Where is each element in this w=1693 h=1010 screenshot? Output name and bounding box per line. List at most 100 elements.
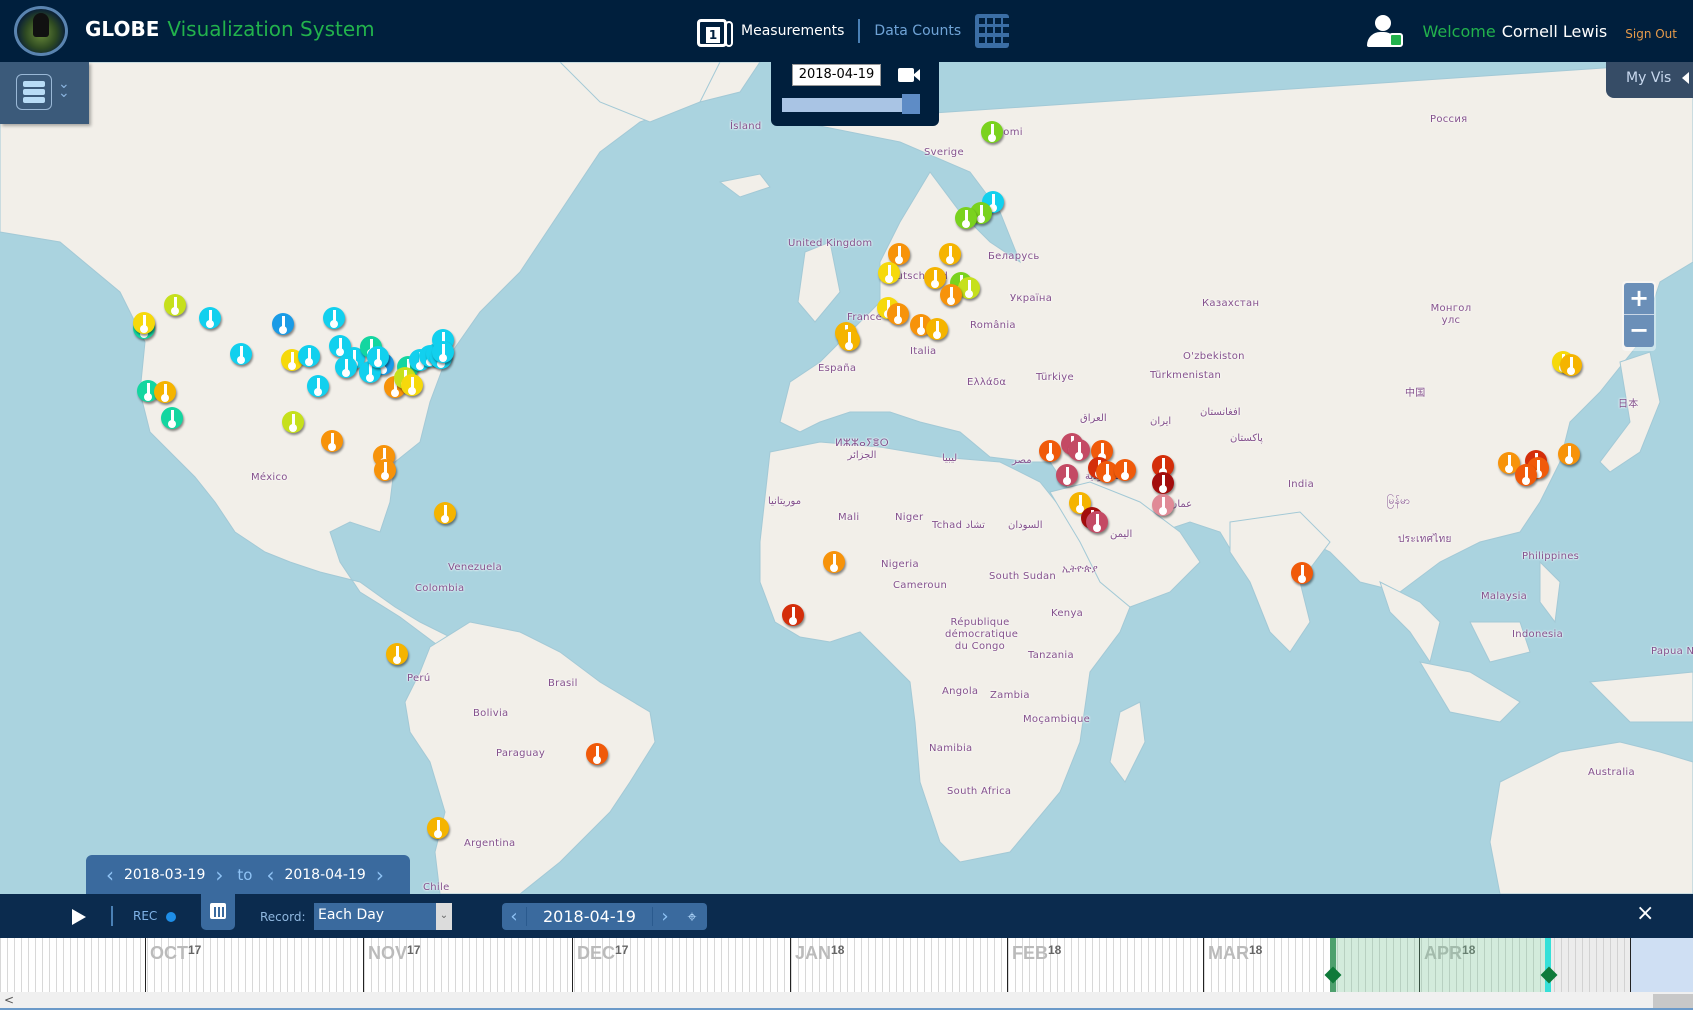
rec-label[interactable]: REC <box>133 909 157 923</box>
current-date-value[interactable]: 2018-04-19 <box>526 907 653 926</box>
next-day-button[interactable]: › <box>653 906 677 927</box>
thermometer-marker-icon[interactable] <box>878 262 900 284</box>
map-label: 日本 <box>1618 399 1639 410</box>
thermometer-marker-icon[interactable] <box>154 381 176 403</box>
user-area: Welcome Cornell Lewis Sign Out <box>1365 0 1693 62</box>
range-start-handle[interactable] <box>1330 938 1336 992</box>
thermometer-marker-icon[interactable] <box>887 303 909 325</box>
play-button[interactable] <box>72 909 86 925</box>
thermometer-marker-icon[interactable] <box>926 318 948 340</box>
video-camera-icon[interactable] <box>898 68 920 82</box>
thermometer-marker-icon[interactable] <box>1291 562 1313 584</box>
thermometer-marker-icon[interactable] <box>401 374 423 396</box>
thermometer-marker-icon[interactable] <box>1152 494 1174 516</box>
layers-icon <box>23 81 45 87</box>
map-label: 中国 <box>1405 388 1426 399</box>
range-end-date[interactable]: 2018-04-19 <box>284 867 365 883</box>
range-end-handle[interactable] <box>1545 938 1551 992</box>
timeline-month-label: DEC17 <box>577 943 629 963</box>
timeline-month-label: MAR18 <box>1208 943 1263 963</box>
land-australia <box>1489 741 1693 894</box>
world-map[interactable]: Ísland Sverige Suomi United Kingdom Deut… <box>0 62 1693 894</box>
thermometer-marker-icon[interactable] <box>1515 464 1537 486</box>
thermometer-marker-icon[interactable] <box>586 743 608 765</box>
thermometer-marker-icon[interactable] <box>272 313 294 335</box>
thermometer-marker-icon[interactable] <box>1068 439 1090 461</box>
thermometer-marker-icon[interactable] <box>321 430 343 452</box>
globe-logo[interactable] <box>14 6 68 56</box>
selected-date-field[interactable]: 2018-04-19 <box>792 64 881 86</box>
thermometer-marker-icon[interactable] <box>1056 464 1078 486</box>
chevron-down-icon[interactable]: ⌄ <box>436 903 452 930</box>
timeline-selected-range[interactable] <box>1330 938 1550 992</box>
thermometer-marker-icon[interactable] <box>1152 472 1174 494</box>
record-interval-select[interactable]: Each Day ⌄ <box>314 903 452 930</box>
thermometer-marker-icon[interactable] <box>1039 440 1061 462</box>
thermometer-marker-icon[interactable] <box>133 312 155 334</box>
zoom-out-button[interactable]: − <box>1624 315 1654 347</box>
welcome-text: Welcome <box>1422 21 1496 41</box>
thermometer-marker-icon[interactable] <box>1560 354 1582 376</box>
thermometer-marker-icon[interactable] <box>924 267 946 289</box>
thermometer-marker-icon[interactable] <box>940 284 962 306</box>
thermometer-marker-icon[interactable] <box>386 643 408 665</box>
thermometer-marker-icon[interactable] <box>323 307 345 329</box>
thermometer-marker-icon[interactable] <box>432 341 454 363</box>
range-start-date[interactable]: 2018-03-19 <box>124 867 205 883</box>
thermometer-marker-icon[interactable] <box>434 502 456 524</box>
map-label: Venezuela <box>448 562 503 573</box>
record-dot-icon[interactable] <box>166 912 176 922</box>
thermometer-marker-icon[interactable] <box>374 459 396 481</box>
timeline[interactable]: APR18 MAR18 FEB18 JAN18 DEC17 NOV17 OCT17 <box>0 938 1693 992</box>
thermometer-marker-icon[interactable] <box>164 294 186 316</box>
thermometer-marker-icon[interactable] <box>1114 459 1136 481</box>
prev-day-button[interactable]: ‹ <box>502 906 526 927</box>
timeline-scrollbar[interactable]: < <box>0 992 1693 1010</box>
data-counts-grid-icon[interactable] <box>975 14 1010 48</box>
my-vis-tab[interactable]: My Vis <box>1606 62 1693 98</box>
map-label: اليمن <box>1110 529 1133 540</box>
zoom-in-button[interactable]: + <box>1624 283 1654 315</box>
range-start-next-button[interactable]: › <box>215 863 223 887</box>
thermometer-marker-icon[interactable] <box>981 121 1003 143</box>
thermometer-marker-icon[interactable] <box>282 411 304 433</box>
thermometer-marker-icon[interactable] <box>199 307 221 329</box>
thermometer-marker-icon[interactable] <box>427 817 449 839</box>
map-label: Zambia <box>990 690 1030 701</box>
measurements-calendar-icon[interactable]: 1 <box>695 13 735 49</box>
thermometer-marker-icon[interactable] <box>298 345 320 367</box>
double-chevron-down-icon[interactable]: ⌄ ⌄ <box>58 77 70 100</box>
layers-button[interactable] <box>16 74 52 110</box>
range-end-prev-button[interactable]: ‹ <box>266 863 274 887</box>
thermometer-marker-icon[interactable] <box>838 329 860 351</box>
thermometer-marker-icon[interactable] <box>782 604 804 626</box>
crosshair-icon[interactable]: ⌖ <box>677 907 707 927</box>
date-slider-track[interactable] <box>782 98 920 112</box>
thermometer-marker-icon[interactable] <box>335 356 357 378</box>
map-label: مصر <box>1012 455 1032 466</box>
date-slider-handle[interactable] <box>902 94 920 114</box>
thermometer-marker-icon[interactable] <box>307 375 329 397</box>
range-start-prev-button[interactable]: ‹ <box>106 863 114 887</box>
thermometer-marker-icon[interactable] <box>939 243 961 265</box>
thermometer-marker-icon[interactable] <box>367 346 389 368</box>
thermometer-marker-icon[interactable] <box>1558 443 1580 465</box>
thermometer-marker-icon[interactable] <box>1086 511 1108 533</box>
layers-panel: ⌄ ⌄ <box>0 62 89 124</box>
close-toolbar-button[interactable]: × <box>1636 901 1654 926</box>
map-label: Brasil <box>548 678 578 689</box>
scrollbar-thumb[interactable] <box>1653 994 1693 1008</box>
range-end-next-button[interactable]: › <box>376 863 384 887</box>
thermometer-marker-icon[interactable] <box>161 407 183 429</box>
nav-measurements[interactable]: Measurements <box>741 23 844 39</box>
thermometer-marker-icon[interactable] <box>230 343 252 365</box>
sign-out-link[interactable]: Sign Out <box>1625 27 1677 41</box>
thermometer-marker-icon[interactable] <box>823 551 845 573</box>
timeline-end-zone <box>1630 938 1693 992</box>
scroll-left-arrow[interactable]: < <box>4 993 14 1007</box>
calendar-button[interactable] <box>201 894 235 930</box>
nav-data-counts[interactable]: Data Counts <box>874 23 961 39</box>
map-label: Argentina <box>464 838 516 849</box>
thermometer-marker-icon[interactable] <box>955 207 977 229</box>
map-label: Philippines <box>1522 551 1580 562</box>
